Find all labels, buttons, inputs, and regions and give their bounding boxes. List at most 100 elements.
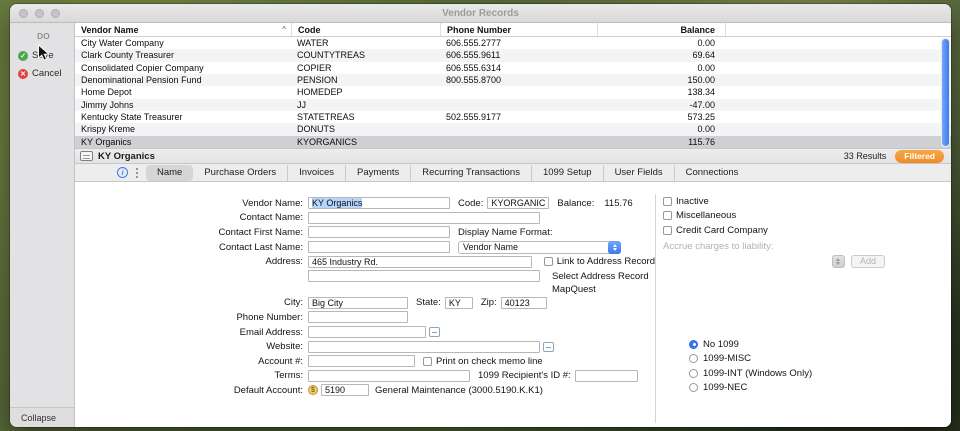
phone-number-label: Phone Number:	[75, 312, 308, 323]
miscellaneous-checkbox[interactable]: Miscellaneous	[663, 209, 885, 224]
website-label: Website:	[75, 341, 308, 352]
balance-label: Balance:	[557, 198, 594, 209]
phone-number-input[interactable]	[308, 311, 408, 323]
radio-icon	[689, 383, 698, 392]
radio-1099-nec[interactable]: 1099-NEC	[689, 381, 885, 396]
table-scrollbar[interactable]	[941, 38, 950, 147]
radio-selected-icon	[689, 340, 698, 349]
mapquest-link[interactable]: MapQuest	[552, 284, 596, 295]
table-row[interactable]: Clark County Treasurer COUNTYTREAS 606.5…	[75, 49, 951, 61]
table-row[interactable]: Jimmy Johns JJ -47.00	[75, 99, 951, 111]
code-input[interactable]	[487, 197, 549, 209]
contact-first-name-input[interactable]	[308, 226, 450, 238]
column-header-balance[interactable]: Balance	[597, 23, 725, 36]
contact-name-input[interactable]	[308, 212, 540, 224]
recipient-id-label: 1099 Recipient's ID #:	[478, 370, 571, 381]
open-website-icon[interactable]	[543, 342, 554, 352]
checkbox-icon	[663, 211, 672, 220]
terms-input[interactable]	[308, 370, 470, 382]
state-input[interactable]	[445, 297, 473, 309]
column-header-filler	[725, 23, 951, 36]
table-row[interactable]: City Water Company WATER 606.555.2777 0.…	[75, 37, 951, 49]
zoom-button[interactable]	[51, 9, 60, 18]
collapse-label: Collapse	[21, 413, 56, 423]
default-account-description: General Maintenance (3000.5190.K.K1)	[375, 385, 543, 396]
print-memo-checkbox[interactable]: Print on check memo line	[423, 356, 543, 367]
tab-connections[interactable]: Connections	[674, 165, 750, 181]
vendor-records-window: Vendor Records DO ✓ Save ✕ Cancel Collap…	[10, 4, 951, 427]
default-account-input[interactable]	[321, 384, 369, 396]
checkbox-icon	[663, 197, 672, 206]
scrollbar-thumb[interactable]	[942, 39, 949, 146]
vendor-name-input[interactable]: KY Organics	[308, 197, 450, 209]
radio-1099-misc[interactable]: 1099-MISC	[689, 352, 885, 367]
city-input[interactable]	[308, 297, 408, 309]
link-address-checkbox[interactable]: Link to Address Record	[544, 256, 655, 267]
account-number-input[interactable]	[308, 355, 415, 367]
address-line2-input[interactable]	[308, 270, 540, 282]
radio-no-1099[interactable]: No 1099	[689, 337, 885, 352]
balance-value: 115.76	[604, 198, 632, 209]
radio-icon	[689, 369, 698, 378]
accrue-liability-label: Accrue charges to liability:	[663, 240, 885, 255]
tab-payments[interactable]: Payments	[345, 165, 410, 181]
recipient-id-input[interactable]	[575, 370, 638, 382]
table-row[interactable]: Home Depot HOMEDEP 138.34	[75, 86, 951, 98]
address-line1-input[interactable]	[308, 256, 532, 268]
tab-name[interactable]: Name	[146, 165, 193, 181]
1099-radio-group: No 1099 1099-MISC 1099-INT (Windows Only…	[689, 337, 885, 395]
column-header-vendor-name[interactable]: Vendor Name ^	[75, 23, 291, 36]
radio-1099-int[interactable]: 1099-INT (Windows Only)	[689, 366, 885, 381]
select-address-record-button[interactable]: Select Address Record	[552, 271, 649, 282]
save-check-icon: ✓	[18, 51, 28, 61]
zip-label: Zip:	[481, 297, 497, 308]
default-account-label: Default Account:	[75, 385, 308, 396]
close-button[interactable]	[19, 9, 28, 18]
address-label: Address:	[75, 256, 308, 267]
column-header-code[interactable]: Code	[291, 23, 440, 36]
info-icon[interactable]: i	[117, 167, 128, 178]
zip-input[interactable]	[501, 297, 547, 309]
contacts-card-icon[interactable]	[429, 327, 440, 337]
tab-purchase-orders[interactable]: Purchase Orders	[193, 165, 287, 181]
overflow-dots-icon[interactable]	[136, 172, 138, 174]
tab-1099-setup[interactable]: 1099 Setup	[531, 165, 603, 181]
email-address-label: Email Address:	[75, 327, 308, 338]
display-name-format-dropdown[interactable]: Vendor Name	[458, 241, 621, 254]
results-count: 33 Results	[844, 151, 887, 161]
inactive-checkbox[interactable]: Inactive	[663, 194, 885, 209]
column-header-phone[interactable]: Phone Number	[440, 23, 597, 36]
title-bar[interactable]: Vendor Records	[10, 4, 951, 23]
action-sidebar: DO ✓ Save ✕ Cancel Collapse	[10, 23, 75, 427]
vendor-name-label: Vendor Name:	[75, 198, 308, 209]
checkbox-icon	[544, 257, 553, 266]
contact-last-name-input[interactable]	[308, 241, 450, 253]
table-row[interactable]: Kentucky State Treasurer STATETREAS 502.…	[75, 111, 951, 123]
cancel-button[interactable]: ✕ Cancel	[10, 66, 74, 81]
filtered-badge[interactable]: Filtered	[895, 150, 944, 163]
table-row[interactable]: Consolidated Copier Company COPIER 606.5…	[75, 62, 951, 74]
save-label: Save	[32, 50, 54, 61]
tab-recurring-transactions[interactable]: Recurring Transactions	[410, 165, 531, 181]
add-button: Add	[851, 255, 885, 268]
table-row-selected[interactable]: KY Organics KYORGANICS 115.76	[75, 136, 951, 148]
email-address-input[interactable]	[308, 326, 426, 338]
website-input[interactable]	[308, 341, 540, 353]
account-number-label: Account #:	[75, 356, 308, 367]
save-button[interactable]: ✓ Save	[10, 48, 74, 63]
cancel-label: Cancel	[32, 68, 62, 79]
account-money-icon: $	[308, 385, 318, 395]
checkbox-icon	[663, 226, 672, 235]
table-row[interactable]: Denominational Pension Fund PENSION 800.…	[75, 74, 951, 86]
radio-icon	[689, 354, 698, 363]
credit-card-company-checkbox[interactable]: Credit Card Company	[663, 223, 885, 238]
tab-invoices[interactable]: Invoices	[287, 165, 345, 181]
table-row[interactable]: Krispy Kreme DONUTS 0.00	[75, 123, 951, 135]
table-header: Vendor Name ^ Code Phone Number Balance	[75, 23, 951, 37]
detail-header: KY Organics 33 Results Filtered	[75, 148, 951, 164]
table-body: City Water Company WATER 606.555.2777 0.…	[75, 37, 951, 148]
minimize-button[interactable]	[35, 9, 44, 18]
collapse-button[interactable]: Collapse	[10, 407, 74, 427]
checkbox-icon	[423, 357, 432, 366]
tab-user-fields[interactable]: User Fields	[603, 165, 674, 181]
